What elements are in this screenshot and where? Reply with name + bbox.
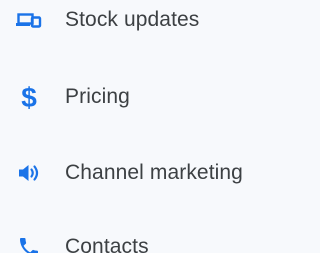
menu-item-label: Channel marketing xyxy=(65,161,243,184)
menu-item-pricing[interactable]: $ Pricing xyxy=(0,79,272,115)
menu-item-label: Contacts xyxy=(65,235,149,253)
menu-item-channel-marketing[interactable]: Channel marketing xyxy=(0,155,272,191)
menu-item-stock-updates[interactable]: Stock updates xyxy=(0,2,272,38)
navigation-menu: Stock updates $ Pricing Channel marketin… xyxy=(0,0,272,253)
dollar-icon: $ xyxy=(16,82,42,112)
menu-item-label: Stock updates xyxy=(65,8,200,31)
phone-icon xyxy=(16,234,42,253)
svg-text:$: $ xyxy=(21,82,37,112)
menu-item-contacts[interactable]: Contacts xyxy=(0,229,272,253)
menu-item-label: Pricing xyxy=(65,85,130,108)
devices-icon xyxy=(16,7,42,33)
speaker-icon xyxy=(16,160,42,186)
